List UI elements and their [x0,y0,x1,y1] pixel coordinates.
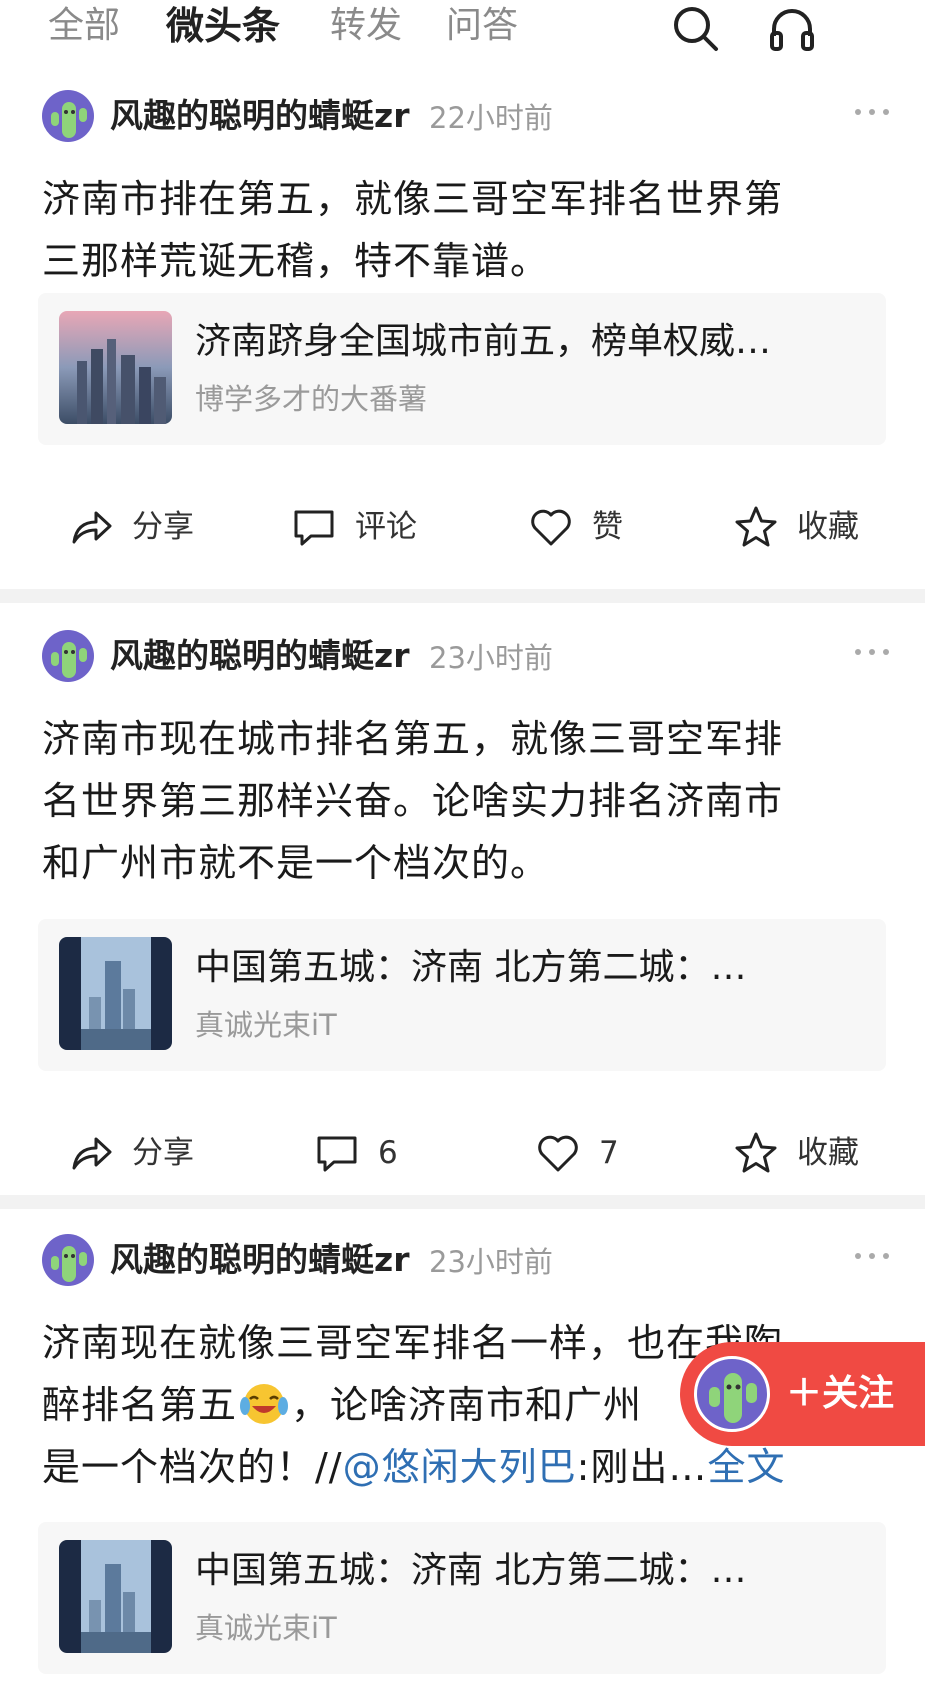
laughing-crying-emoji-icon [240,1384,289,1424]
cactus-avatar-icon [709,1373,757,1423]
post-divider [0,589,925,603]
article-thumbnail [59,937,172,1050]
author-name[interactable]: 风趣的聪明的蜻蜓zr [110,1240,409,1280]
headphones-icon[interactable] [765,2,819,56]
heart-icon [538,1135,578,1172]
article-title: 中国第五城：济南 北方第二城：… [195,947,747,988]
article-source: 博学多才的大番薯 [195,382,428,416]
comment-icon [294,510,334,546]
article-source: 真诚光束iT [195,1611,337,1645]
mention-link[interactable]: @悠闲大列巴 [343,1445,577,1489]
comment-label: 评论 [355,509,417,545]
comment-count: 6 [378,1135,398,1171]
tab-reposts[interactable]: 转发 [330,4,402,48]
top-tab-bar: 全部 微头条 转发 问答 [0,0,925,60]
tab-micro-headlines[interactable]: 微头条 [166,4,280,48]
avatar[interactable] [42,630,94,682]
tab-qa[interactable]: 问答 [446,4,518,48]
post-text-line: 三那样荒诞无稽，特不靠谱。 [42,239,550,283]
share-icon [72,1137,112,1170]
post-text-fragment: :刚出… [576,1445,708,1489]
share-icon [72,511,112,544]
post-text-line: 济南市现在城市排名第五，就像三哥空军排 [42,717,784,761]
full-text-link[interactable]: 全文 [707,1445,785,1489]
article-source: 真诚光束iT [195,1008,337,1042]
post-text-fragment: ，论啥济南市和广州 [291,1383,643,1427]
post-text-fragment: 是一个档次的！// [42,1445,343,1489]
star-icon [735,1132,777,1173]
comment-icon [317,1136,357,1172]
like-label: 赞 [592,509,623,545]
article-title: 中国第五城：济南 北方第二城：… [195,1550,747,1591]
post-text: 济南市排在第五，就像三哥空军排名世界第 三那样荒诞无稽，特不靠谱。 [42,168,882,292]
linked-article-card[interactable]: 中国第五城：济南 北方第二城：… 真诚光束iT [38,1522,886,1674]
follow-label: ＋关注 [786,1373,895,1414]
star-icon [735,506,777,547]
tab-all[interactable]: 全部 [48,4,120,48]
favorite-label: 收藏 [797,1135,859,1171]
post-divider [0,1195,925,1209]
post-time: 22小时前 [429,101,553,135]
post-time: 23小时前 [429,641,553,675]
post-text-line: 和广州市就不是一个档次的。 [42,841,550,885]
avatar [694,1356,770,1432]
share-label: 分享 [132,509,194,545]
like-count: 7 [599,1135,619,1171]
post-text-line: 名世界第三那样兴奋。论啥实力排名济南市 [42,779,784,823]
share-label: 分享 [132,1135,194,1171]
avatar[interactable] [42,1234,94,1286]
linked-article-card[interactable]: 济南跻身全国城市前五，榜单权威… 博学多才的大番薯 [38,293,886,445]
post-actions: 分享 评论 赞 收藏 [0,492,925,562]
post-time: 23小时前 [429,1245,553,1279]
favorite-label: 收藏 [797,509,859,545]
more-options-icon[interactable] [850,1244,894,1268]
search-icon[interactable] [668,2,722,56]
linked-article-card[interactable]: 中国第五城：济南 北方第二城：… 真诚光束iT [38,919,886,1071]
article-title: 济南跻身全国城市前五，榜单权威… [195,321,772,362]
article-thumbnail [59,1540,172,1653]
follow-button[interactable]: ＋关注 [680,1342,925,1446]
heart-icon [531,509,571,546]
post-text-line: 济南市排在第五，就像三哥空军排名世界第 [42,177,784,221]
author-name[interactable]: 风趣的聪明的蜻蜓zr [110,636,409,676]
post-text-fragment: 醉排名第五 [42,1383,238,1427]
post-actions: 分享 6 7 收藏 [0,1118,925,1188]
more-options-icon[interactable] [850,640,894,664]
avatar[interactable] [42,90,94,142]
cactus-avatar-icon [51,102,87,138]
cactus-avatar-icon [51,1246,87,1282]
post-header: 风趣的聪明的蜻蜓zr 23小时前 [42,1232,889,1288]
author-name[interactable]: 风趣的聪明的蜻蜓zr [110,96,409,136]
article-thumbnail [59,311,172,424]
more-options-icon[interactable] [850,100,894,124]
cactus-avatar-icon [51,642,87,678]
post-text: 济南市现在城市排名第五，就像三哥空军排 名世界第三那样兴奋。论啥实力排名济南市 … [42,708,882,894]
post-header: 风趣的聪明的蜻蜓zr 23小时前 [42,628,889,684]
post-header: 风趣的聪明的蜻蜓zr 22小时前 [42,88,889,144]
